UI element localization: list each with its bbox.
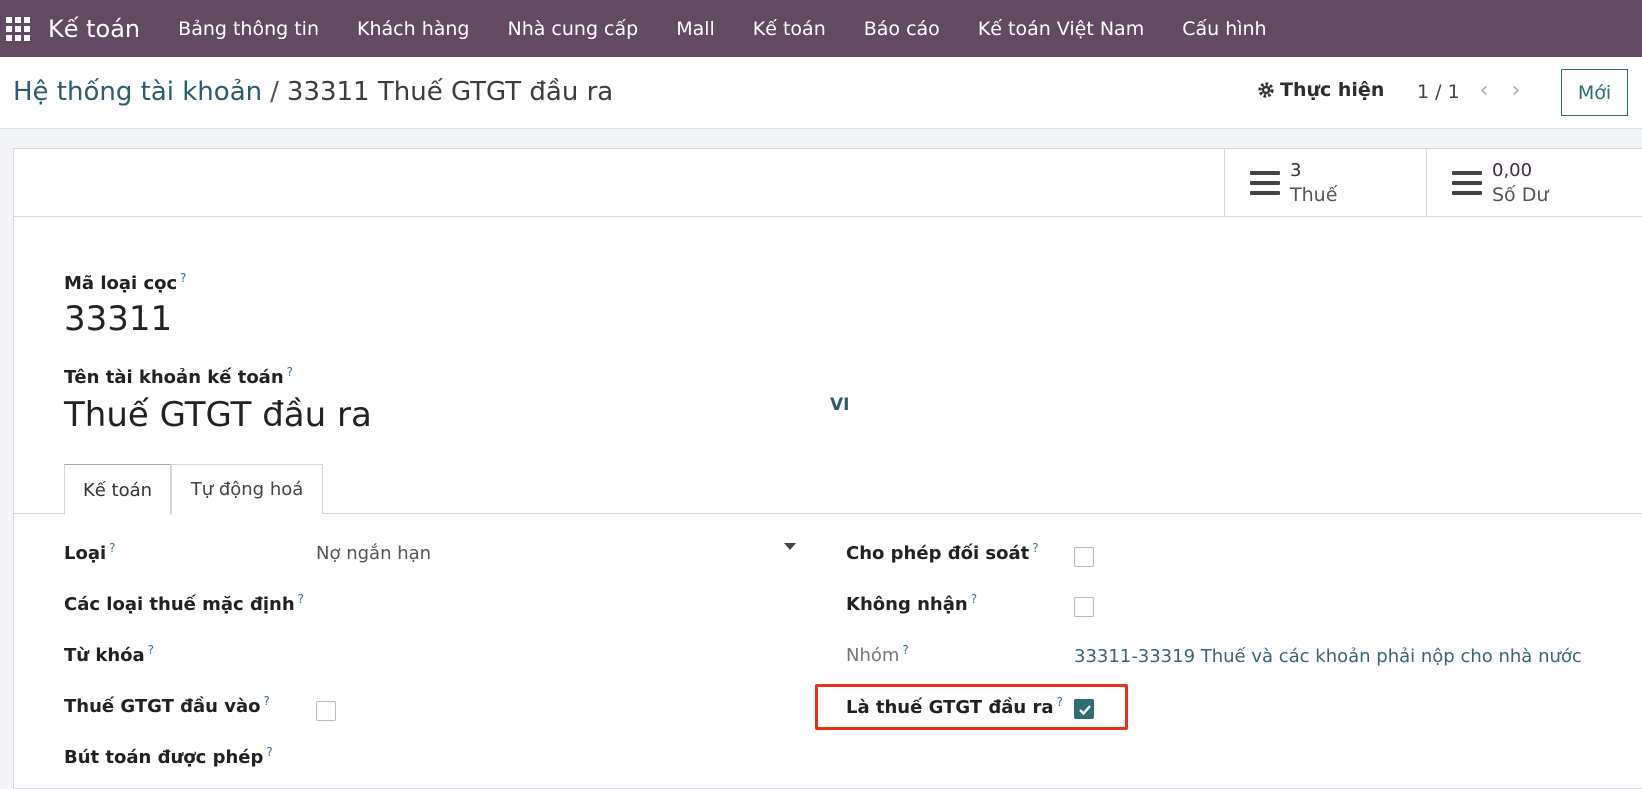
code-label: Mã loại cọc? xyxy=(64,271,187,294)
input-vat-label: Thuế GTGT đầu vào? xyxy=(64,694,270,717)
apps-grid-icon[interactable] xyxy=(6,16,30,41)
code-input[interactable]: 33311 xyxy=(64,299,172,339)
highlight-annotation xyxy=(815,684,1128,730)
nav-item-mall[interactable]: Mall xyxy=(676,18,715,40)
group-label-text: Nhóm xyxy=(846,645,900,666)
help-icon[interactable]: ? xyxy=(298,592,304,606)
help-icon[interactable]: ? xyxy=(180,271,186,285)
type-select[interactable]: Nợ ngắn hạn xyxy=(316,543,431,564)
button-box: 3 Thuế 0,00 Số Dư xyxy=(14,149,1642,217)
balance-stat-text: 0,00 Số Dư xyxy=(1492,159,1548,207)
breadcrumb-current: 33311 Thuế GTGT đầu ra xyxy=(286,77,614,107)
default-taxes-label-text: Các loại thuế mặc định xyxy=(64,594,295,615)
taxes-count: 3 xyxy=(1290,160,1302,181)
allowed-journals-label-text: Bút toán được phép xyxy=(64,747,264,768)
help-icon[interactable]: ? xyxy=(148,643,154,657)
account-name-input[interactable]: Thuế GTGT đầu ra xyxy=(64,395,372,435)
help-icon[interactable]: ? xyxy=(902,643,908,657)
balance-label: Số Dư xyxy=(1492,184,1549,206)
type-label-text: Loại xyxy=(64,543,107,564)
balance-stat-button[interactable]: 0,00 Số Dư xyxy=(1426,149,1642,217)
tab-accounting[interactable]: Kế toán xyxy=(64,464,171,515)
help-icon[interactable]: ? xyxy=(1032,541,1038,555)
account-name-label-text: Tên tài khoản kế toán xyxy=(64,367,284,388)
tags-label-text: Từ khóa xyxy=(64,645,145,666)
chevron-right-icon[interactable]: › xyxy=(1506,79,1526,103)
breadcrumb: Hệ thống tài khoản /33311 Thuế GTGT đầu r… xyxy=(13,77,613,107)
action-label: Thực hiện xyxy=(1280,79,1385,101)
nav-item-configuration[interactable]: Cấu hình xyxy=(1182,18,1266,40)
caret-down-icon[interactable] xyxy=(784,543,796,551)
breadcrumb-separator: / xyxy=(270,77,279,107)
language-tag[interactable]: VI xyxy=(830,395,849,415)
help-icon[interactable]: ? xyxy=(263,694,269,708)
pager-value[interactable]: 1 / 1 xyxy=(1417,81,1460,103)
list-icon xyxy=(1250,171,1280,195)
nav-item-accounting[interactable]: Kế toán xyxy=(753,18,826,40)
account-name-label: Tên tài khoản kế toán? xyxy=(64,365,293,388)
reconcile-checkbox[interactable] xyxy=(1074,547,1094,567)
help-icon[interactable]: ? xyxy=(287,365,293,379)
gear-icon xyxy=(1258,82,1274,98)
form-tabs: Kế toán Tự động hoá xyxy=(14,464,1642,515)
chevron-left-icon[interactable]: ‹ xyxy=(1474,79,1494,103)
breadcrumb-parent-link[interactable]: Hệ thống tài khoản xyxy=(13,77,262,107)
taxes-stat-text: 3 Thuế xyxy=(1290,159,1337,207)
tab-automation[interactable]: Tự động hoá xyxy=(171,464,323,514)
allowed-journals-label: Bút toán được phép? xyxy=(64,745,273,768)
nav-item-vn-accounting[interactable]: Kế toán Việt Nam xyxy=(978,18,1144,40)
nav-item-customers[interactable]: Khách hàng xyxy=(357,18,469,40)
balance-value: 0,00 xyxy=(1492,160,1533,181)
group-value[interactable]: 33311-33319 Thuế và các khoản phải nộp c… xyxy=(1074,646,1582,667)
reconcile-label-text: Cho phép đối soát xyxy=(846,543,1030,564)
group-label: Nhóm? xyxy=(846,643,909,666)
nav-item-vendors[interactable]: Nhà cung cấp xyxy=(507,18,638,40)
new-button[interactable]: Mới xyxy=(1561,69,1628,116)
help-icon[interactable]: ? xyxy=(109,541,115,555)
list-icon xyxy=(1452,171,1482,195)
action-button[interactable]: Thực hiện xyxy=(1256,79,1384,101)
nav-item-reports[interactable]: Báo cáo xyxy=(864,18,940,40)
help-icon[interactable]: ? xyxy=(266,745,272,759)
help-icon[interactable]: ? xyxy=(971,592,977,606)
taxes-label: Thuế xyxy=(1290,184,1338,206)
top-navbar: Kế toán Bảng thông tin Khách hàng Nhà cu… xyxy=(0,0,1642,57)
deprecated-label: Không nhận? xyxy=(846,592,977,615)
input-vat-label-text: Thuế GTGT đầu vào xyxy=(64,696,261,717)
app-name[interactable]: Kế toán xyxy=(48,15,140,43)
deprecated-label-text: Không nhận xyxy=(846,594,968,615)
default-taxes-label: Các loại thuế mặc định? xyxy=(64,592,304,615)
code-label-text: Mã loại cọc xyxy=(64,273,178,294)
taxes-stat-button[interactable]: 3 Thuế xyxy=(1224,149,1426,217)
input-vat-checkbox[interactable] xyxy=(316,701,336,721)
control-panel: Hệ thống tài khoản /33311 Thuế GTGT đầu r… xyxy=(0,57,1642,129)
reconcile-label: Cho phép đối soát? xyxy=(846,541,1039,564)
nav-item-dashboard[interactable]: Bảng thông tin xyxy=(178,18,319,40)
deprecated-checkbox[interactable] xyxy=(1074,597,1094,617)
tags-label: Từ khóa? xyxy=(64,643,154,666)
type-label: Loại? xyxy=(64,541,116,564)
